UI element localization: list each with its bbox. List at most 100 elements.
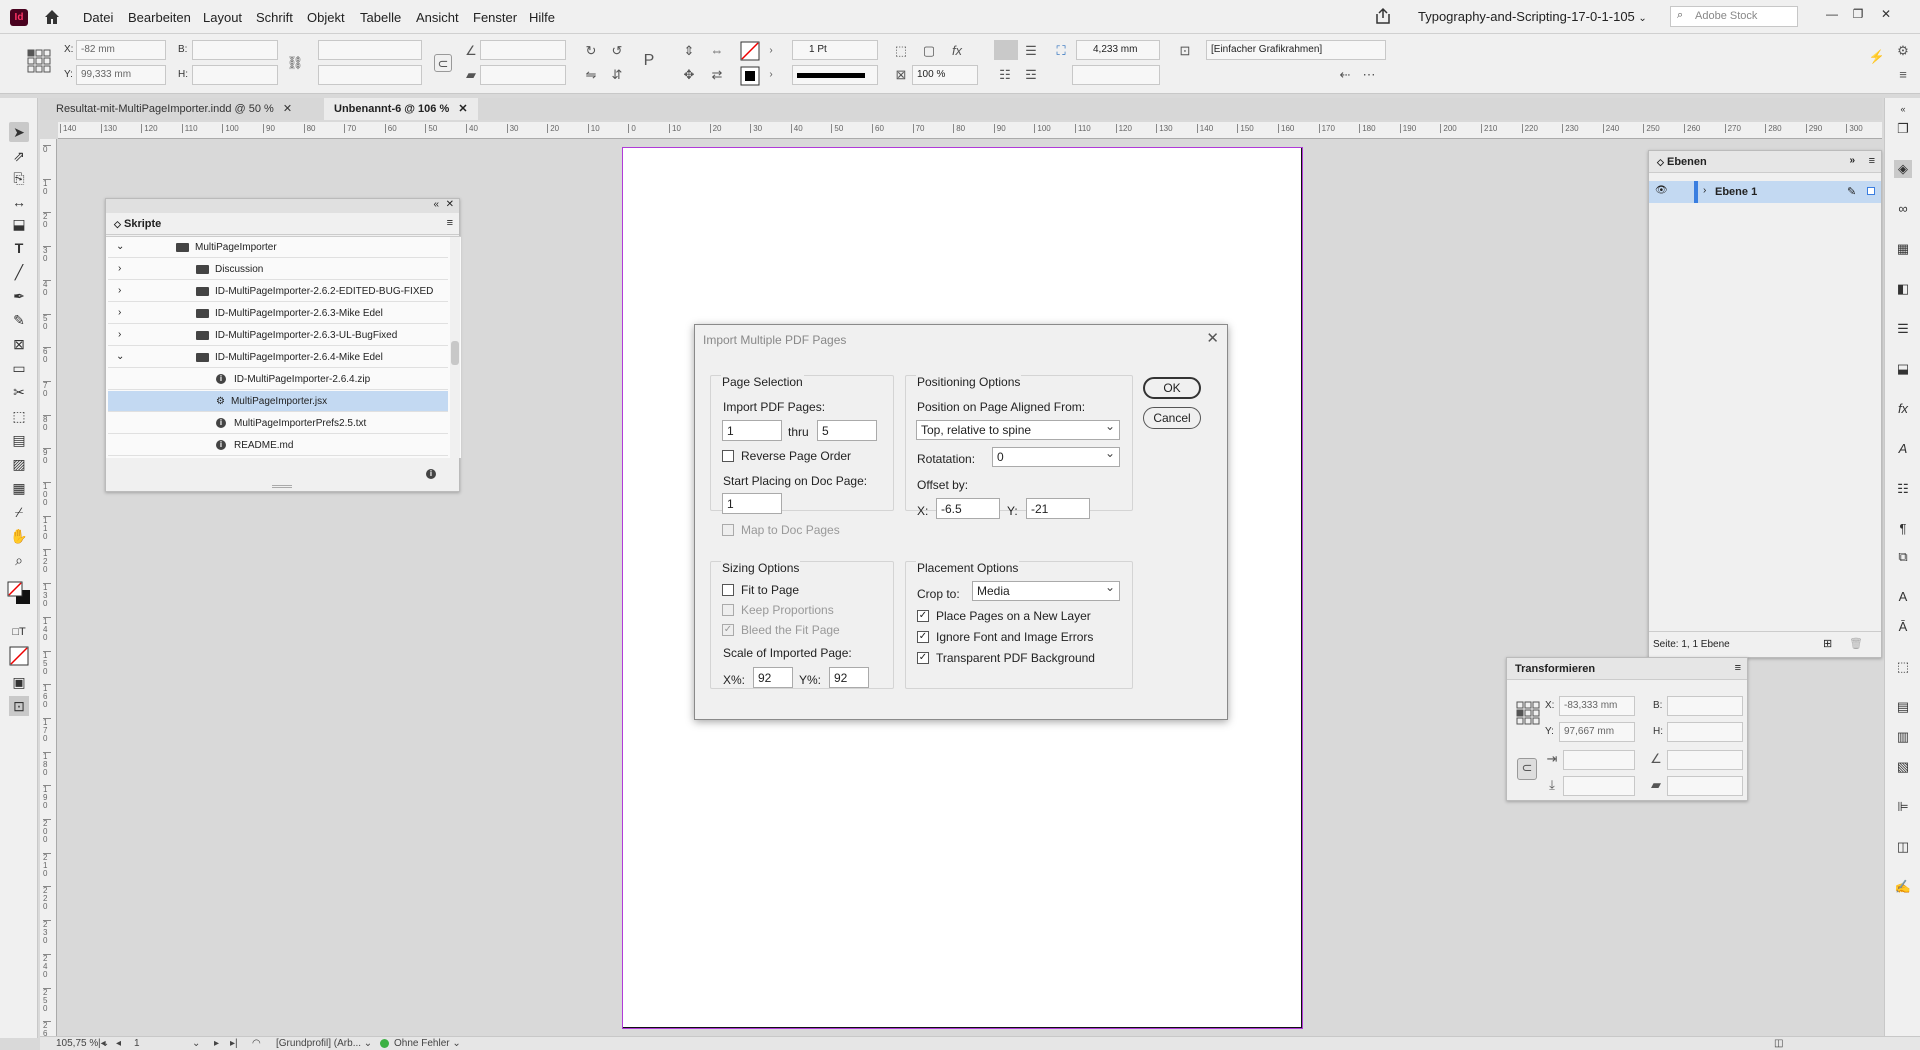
rotate-cw-icon[interactable]: ↻ (582, 42, 600, 60)
close-panel-icon[interactable]: ✕ (446, 199, 454, 210)
gradient-panel-icon[interactable]: ◧ (1894, 280, 1912, 298)
scripts-panel-title[interactable]: Skripte (124, 218, 161, 230)
character-icon[interactable]: A (1894, 588, 1912, 606)
next-page-icon[interactable]: ▸ (214, 1038, 219, 1049)
x-percent-input[interactable] (753, 667, 793, 688)
close-dialog-icon[interactable]: ✕ (1206, 329, 1219, 347)
chevron-down-icon[interactable]: ⌄ (116, 241, 124, 252)
transform-x-field[interactable]: -83,333 mm (1559, 696, 1635, 716)
gap-tool-icon[interactable]: ↔ (9, 192, 29, 212)
aligned-from-select[interactable]: Top, relative to spine (916, 419, 1120, 440)
share-icon[interactable] (1374, 7, 1392, 25)
settings-gear-icon[interactable]: ⚙ (1894, 42, 1912, 60)
pages-panel-icon[interactable]: ❐ (1894, 120, 1912, 138)
effects-icon[interactable]: fx (1894, 400, 1912, 418)
frame-fit-icon[interactable]: ⬚ (892, 42, 910, 60)
new-layer-icon[interactable]: ⊞ (1823, 637, 1832, 650)
content-collector-icon[interactable]: ⬓ (9, 214, 29, 234)
rectangle-tool-icon[interactable]: ▭ (9, 358, 29, 378)
note-tool-icon[interactable]: ▦ (9, 478, 29, 498)
close-window-button[interactable]: ✕ (1874, 4, 1898, 24)
x-position-field[interactable]: -82 mm (76, 40, 166, 60)
minimize-button[interactable]: — (1820, 4, 1844, 24)
menu-fenster[interactable]: Fenster (473, 10, 517, 25)
chevron-right-icon[interactable]: › (118, 263, 121, 274)
rotation-select[interactable]: 0 (992, 446, 1120, 467)
frame-content-field[interactable] (1072, 65, 1160, 85)
stroke-menu-icon[interactable]: › (762, 66, 780, 84)
list-item[interactable]: ⌄ MultiPageImporter (108, 237, 448, 258)
expand-dock-icon[interactable]: « (1894, 100, 1912, 118)
panel-menu-icon[interactable]: ≡ (1735, 662, 1741, 674)
menu-objekt[interactable]: Objekt (307, 10, 345, 25)
layer-name[interactable]: Ebene 1 (1715, 186, 1757, 198)
selection-tool-icon[interactable]: ➤ (9, 122, 29, 142)
cancel-button[interactable]: Cancel (1143, 407, 1201, 429)
list-item[interactable]: i ID-MultiPageImporter-2.6.4.zip (108, 369, 448, 390)
preflight-profile[interactable]: [Grundprofil] (Arb... ⌄ (276, 1038, 372, 1049)
text-wrap-bounding-icon[interactable]: ☰ (1022, 42, 1040, 60)
preflight-status[interactable]: Ohne Fehler ⌄ (394, 1038, 461, 1049)
menu-datei[interactable]: Datei (83, 10, 113, 25)
width-field[interactable] (192, 40, 278, 60)
panel-menu-icon[interactable]: ≡ (1869, 155, 1875, 167)
zoom-tool-icon[interactable]: ⌕ (9, 550, 29, 570)
rotation-field[interactable] (480, 40, 566, 60)
fit-to-page-checkbox[interactable] (722, 584, 734, 596)
document-switcher[interactable]: Typography-and-Scripting-17-0-1-105 ⌄ (1418, 9, 1647, 24)
corner-options-icon[interactable]: ▢ (920, 42, 938, 60)
line-tool-icon[interactable]: ╱ (9, 262, 29, 282)
list-item[interactable]: › ID-MultiPageImporter-2.6.2-EDITED-BUG-F… (108, 281, 448, 302)
info-icon[interactable]: i (426, 466, 444, 480)
link-scale-icon[interactable]: ⊂ (1517, 758, 1537, 780)
ignore-errors-checkbox[interactable]: ✓ (917, 631, 929, 643)
horizontal-ruler[interactable]: 140 130 120 110 100 90 80 70 60 50 40 30 20 10 0 10 20 30… (58, 122, 1882, 139)
layer-row[interactable]: 👁 › Ebene 1 ✎ (1649, 181, 1881, 203)
chevron-down-icon[interactable]: ⌄ (116, 351, 124, 362)
page-dropdown-icon[interactable]: ⌄ (192, 1038, 200, 1049)
rotate-ccw-icon[interactable]: ↺ (608, 42, 626, 60)
text-wrap-icon[interactable]: ☷ (1894, 480, 1912, 498)
start-page-input[interactable] (722, 493, 782, 514)
text-wrap-shape-icon[interactable]: ☷ (996, 66, 1014, 84)
transform-panel-title[interactable]: Transformieren (1515, 663, 1595, 675)
paragraph-icon[interactable]: ¶ (1894, 520, 1912, 538)
apply-none-icon[interactable] (9, 646, 29, 666)
chevron-right-icon[interactable]: › (118, 307, 121, 318)
split-view-icon[interactable]: ◫ (1774, 1038, 1783, 1049)
quick-actions-icon[interactable]: ⚡ (1868, 48, 1886, 66)
list-item[interactable]: › ID-MultiPageImporter-2.6.3-Mike Edel (108, 303, 448, 324)
home-icon[interactable] (42, 7, 62, 27)
open-page-icon[interactable]: ◠ (252, 1038, 261, 1049)
scale-y-field[interactable] (1563, 776, 1635, 796)
table-icon[interactable]: ▤ (1894, 698, 1912, 716)
menu-schrift[interactable]: Schrift (256, 10, 293, 25)
fill-menu-icon[interactable]: › (762, 42, 780, 60)
free-transform-tool-icon[interactable]: ⬚ (9, 406, 29, 426)
menu-hilfe[interactable]: Hilfe (529, 10, 555, 25)
menu-layout[interactable]: Layout (203, 10, 242, 25)
pen-tool-icon[interactable]: ✒ (9, 286, 29, 306)
select-next-icon[interactable]: ⇄ (708, 66, 726, 84)
flip-vertical-icon[interactable]: ⇵ (608, 66, 626, 84)
gradient-tool-icon[interactable]: ▤ (9, 430, 29, 450)
crop-to-select[interactable]: Media (972, 580, 1120, 601)
vertical-ruler[interactable]: 0 1 0 2 0 3 0 4 0 5 0 6 0 7 0 8 0 9 0 1 0 0 1 1 0 1 … (40, 139, 57, 1039)
selection-square-icon[interactable] (1867, 187, 1875, 195)
type-tool-icon[interactable]: T (9, 238, 29, 258)
scale-y-field[interactable] (318, 65, 422, 85)
auto-fit-icon[interactable]: ⛶ (1052, 42, 1070, 60)
menu-ansicht[interactable]: Ansicht (416, 10, 459, 25)
scrollbar[interactable] (450, 237, 460, 458)
style-menu-icon[interactable]: ⋯ (1360, 66, 1378, 84)
select-previous-icon[interactable]: ⇔ (708, 42, 726, 60)
select-content-icon[interactable]: ✥ (680, 66, 698, 84)
panel-menu-icon[interactable]: ≡ (447, 217, 453, 229)
reverse-order-checkbox[interactable] (722, 450, 734, 462)
opacity-field[interactable]: 100 % (912, 65, 978, 85)
glyphs-icon[interactable]: Ā (1894, 618, 1912, 636)
resize-handle[interactable] (272, 485, 292, 488)
align-icon[interactable]: ⊫ (1894, 798, 1912, 816)
close-tab-icon[interactable]: ✕ (283, 103, 292, 115)
effects-icon[interactable]: fx (948, 42, 966, 60)
